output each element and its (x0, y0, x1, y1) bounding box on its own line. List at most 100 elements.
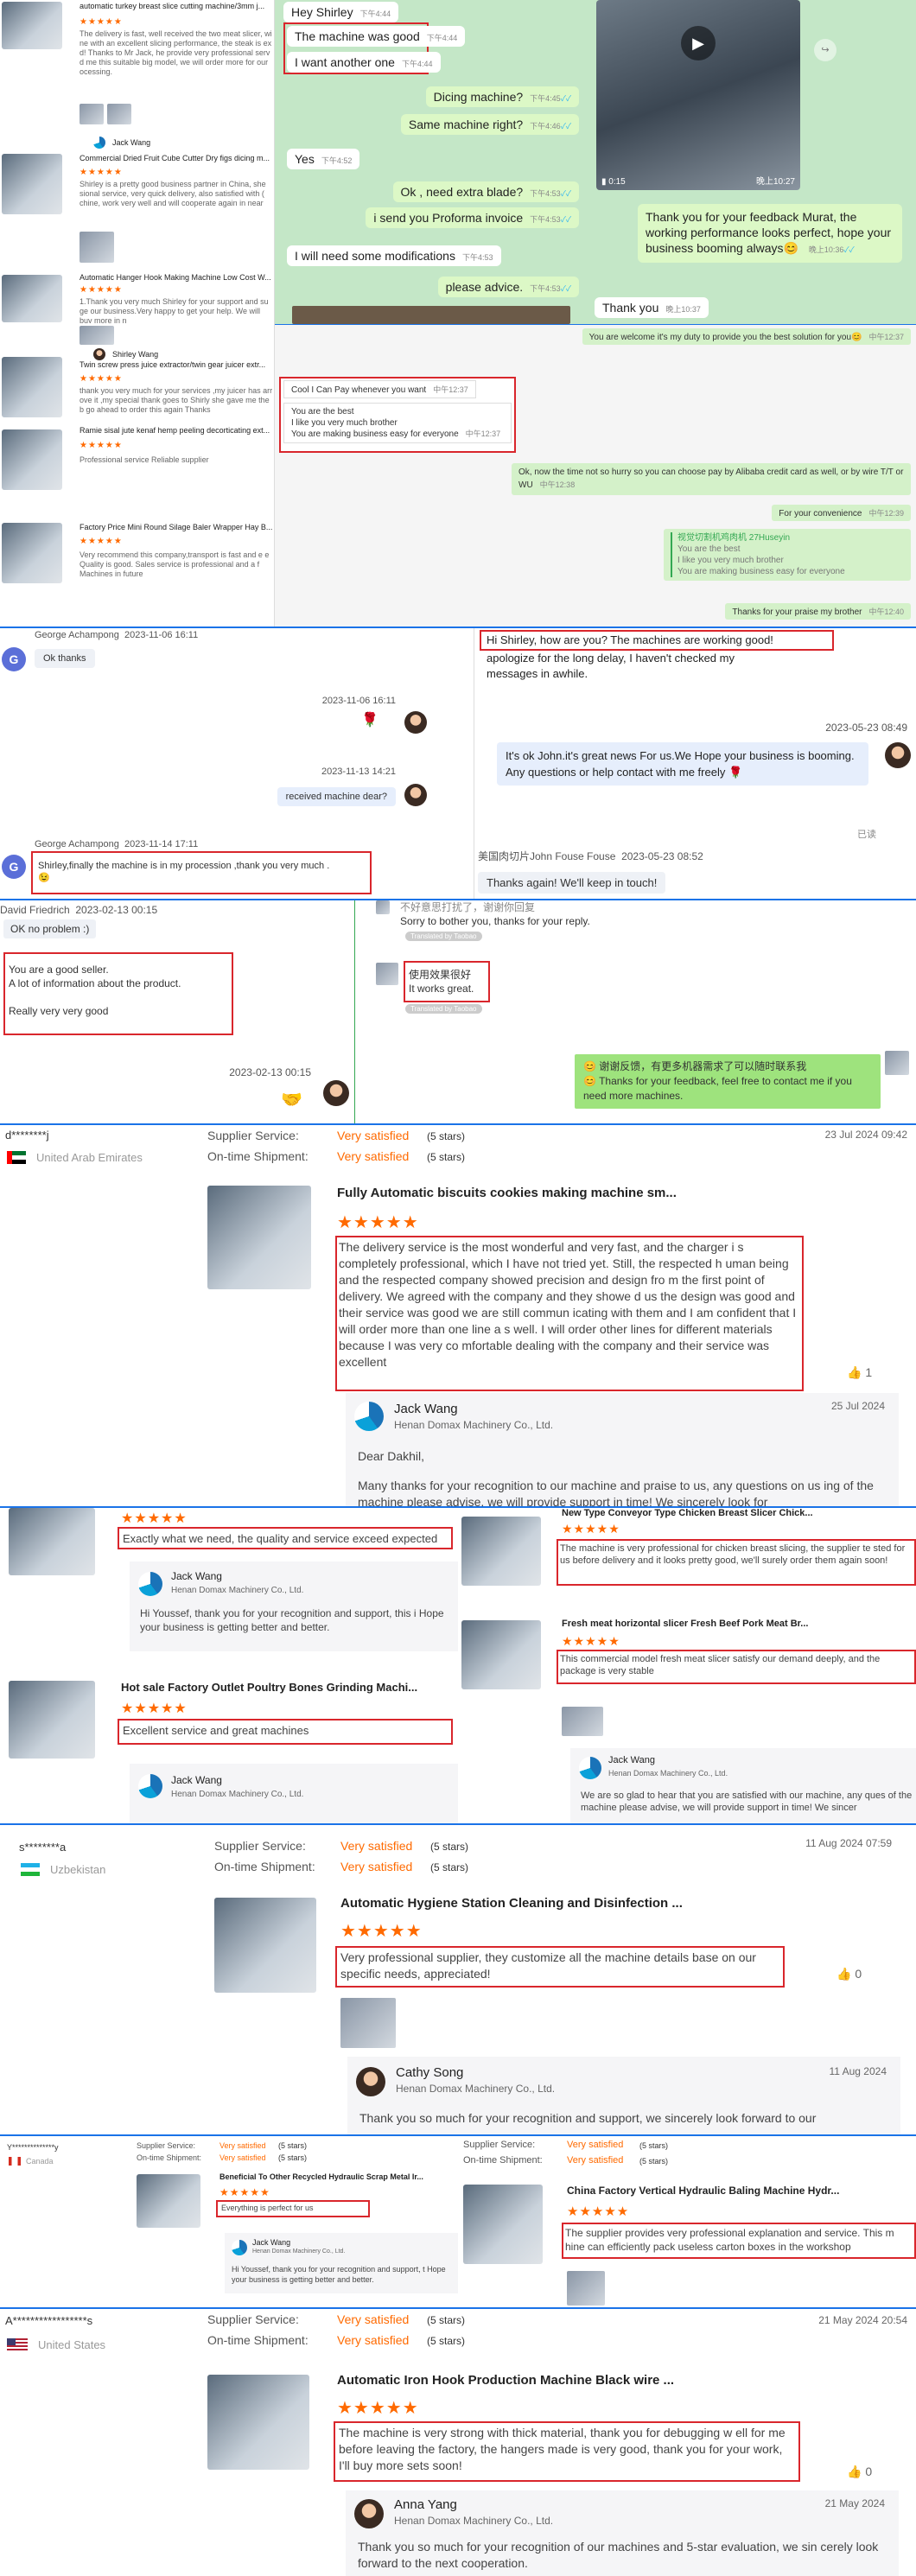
reply-text: We are so glad to hear that you are sati… (581, 1790, 913, 1813)
supplier-service-stars: (5 stars) (430, 1841, 469, 1853)
supplier-service-label: Supplier Service: (137, 2141, 196, 2150)
alibaba-chat-left: G George Achampong 2023-11-06 16:11 Ok t… (0, 628, 474, 899)
product-title[interactable]: Fully Automatic biscuits cookies making … (337, 1186, 677, 1200)
chat-message: apologize for the long delay, I haven't … (487, 652, 735, 680)
chat-message: Hi Shirley, how are you? The machines ar… (487, 633, 773, 646)
product-image[interactable] (461, 1620, 541, 1689)
shipment-value: Very satisfied (337, 2333, 410, 2347)
product-title[interactable]: Factory Price Mini Round Silage Baler Wr… (80, 523, 274, 531)
shipment-stars: (5 stars) (427, 2335, 466, 2347)
sender-name: George Achampong 2023-11-06 16:11 (35, 630, 199, 640)
message-text: I want another one (295, 55, 395, 69)
supplier-reply: Jack Wang Henan Domax Machinery Co., Ltd… (346, 1393, 899, 1507)
product-image[interactable] (9, 1508, 95, 1575)
product-title[interactable]: New Type Conveyor Type Chicken Breast Sl… (562, 1508, 813, 1518)
chat-message: For your convenience 中午12:39 (772, 505, 911, 521)
message-time: 下午4:44 (401, 60, 433, 68)
thumbs-up-icon: 👍 (836, 1967, 852, 1981)
product-title[interactable]: Ramie sisal jute kenaf hemp peeling deco… (80, 426, 274, 435)
product-thumbnail (2, 357, 62, 417)
reply-date: 21 May 2024 (824, 2497, 885, 2509)
product-title[interactable]: Twin screw press juice extractor/twin ge… (80, 360, 274, 369)
product-image[interactable] (214, 1898, 316, 1993)
shipment-value: Very satisfied (337, 1149, 410, 1163)
chat-message: Hey Shirley 下午4:44 (283, 2, 399, 22)
reply-name: Jack Wang (608, 1755, 656, 1765)
reply-name: Anna Yang (394, 2497, 457, 2512)
supplier-service-stars: (5 stars) (427, 2314, 466, 2326)
like-button[interactable]: 👍 0 (847, 2465, 872, 2479)
product-image[interactable] (137, 2174, 200, 2228)
rating-stars: ★★★★★ (337, 2399, 419, 2418)
chat-message: Ok, now the time not so hurry so you can… (512, 463, 911, 495)
product-title[interactable]: Automatic Hygiene Station Cleaning and D… (340, 1896, 683, 1911)
reply-text: Hi Youssef, thank you for your recogniti… (232, 2265, 446, 2284)
review-photo (340, 1998, 396, 2048)
product-image[interactable] (9, 1681, 95, 1759)
product-image[interactable] (207, 1186, 311, 1289)
rating-stars: ★★★★★ (337, 1213, 419, 1232)
product-title[interactable]: automatic turkey breast slice cutting ma… (80, 2, 274, 10)
reply-company: Henan Domax Machinery Co., Ltd. (608, 1769, 728, 1778)
like-button[interactable]: 👍 0 (836, 1967, 862, 1981)
chat-message: It's ok John.it's great news For us.We H… (497, 742, 868, 786)
rose-icon: 🌹 (361, 713, 378, 728)
shipment-label: On-time Shipment: (214, 1860, 315, 1873)
chat-message: Thank you 晚上10:37 (595, 297, 709, 318)
product-title[interactable]: Automatic Hanger Hook Making Machine Low… (80, 273, 274, 282)
product-title[interactable]: Hot sale Factory Outlet Poultry Bones Gr… (121, 1681, 417, 1694)
product-title[interactable]: Beneficial To Other Recycled Hydraulic S… (219, 2172, 423, 2181)
video-message[interactable]: ▶ ▮ 0:15 晚上10:27 (596, 0, 800, 190)
supplier-logo (93, 137, 105, 149)
message-text: i send you Proforma invoice (373, 211, 524, 225)
section-1-reviews-list: automatic turkey breast slice cutting ma… (0, 0, 275, 324)
product-title[interactable]: China Factory Vertical Hydraulic Baling … (567, 2185, 839, 2197)
chat-message: please advice. 下午4:53✓✓ (437, 277, 579, 297)
emoji-sticker: 🤝 (281, 1091, 302, 1110)
read-check-icon: ✓✓ (560, 215, 571, 224)
play-button-icon[interactable]: ▶ (681, 26, 716, 60)
chat-message: Shirley,finally the machine is in my pro… (38, 861, 330, 883)
shipment-label: On-time Shipment: (463, 2155, 543, 2166)
rating-stars: ★★★★★ (80, 17, 123, 27)
message-time: 下午4:53 (530, 189, 561, 198)
supplier-service-stars: (5 stars) (639, 2141, 669, 2150)
message-text: I will need some modifications (295, 249, 455, 263)
alibaba-chat-right: Hi Shirley, how are you? The machines ar… (474, 628, 916, 899)
read-check-icon: ✓✓ (560, 284, 571, 293)
flag-icon (7, 1151, 26, 1164)
read-check-icon: ✓✓ (560, 94, 571, 103)
reply-company: Henan Domax Machinery Co., Ltd. (394, 2515, 554, 2527)
review-text: Professional service Reliable supplier (80, 455, 209, 464)
product-title[interactable]: Fresh meat horizontal slicer Fresh Beef … (562, 1619, 808, 1629)
product-title[interactable]: Automatic Iron Hook Production Machine B… (337, 2373, 674, 2388)
review-date: 23 Jul 2024 09:42 (824, 1129, 907, 1141)
supplier-reply: Jack Wang Henan Domax Machinery Co., Ltd… (225, 2233, 458, 2293)
forward-icon[interactable]: ↪ (814, 39, 836, 61)
sender-name: George Achampong 2023-11-14 17:11 (35, 839, 199, 849)
avatar: G (2, 855, 26, 879)
product-thumbnail (2, 523, 62, 583)
chat-message: Ok thanks (35, 649, 95, 668)
product-title[interactable]: Commercial Dried Fruit Cube Cutter Dry f… (80, 154, 274, 162)
avatar: G (2, 647, 26, 671)
chat-right: 不好意思打扰了，谢谢你回复 Sorry to bother you, thanks… (354, 900, 916, 1123)
supplier-logo (138, 1572, 162, 1596)
shipment-label: On-time Shipment: (207, 2333, 309, 2347)
reply-text: Thank you so much for your recognition a… (359, 2111, 817, 2125)
shipment-stars: (5 stars) (430, 1861, 469, 1873)
rating-stars: ★★★★★ (80, 285, 123, 295)
shipment-stars: (5 stars) (427, 1151, 466, 1163)
product-image[interactable] (461, 1517, 541, 1586)
review-text: The delivery is fast, well received the … (80, 29, 272, 76)
avatar (376, 900, 390, 914)
product-image[interactable] (463, 2185, 543, 2264)
avatar (356, 2067, 385, 2096)
review-grid-left: ★★★★★ Exactly what we need, the quality … (0, 1508, 458, 1823)
shipment-value: Very satisfied (219, 2153, 266, 2162)
read-check-icon: ✓✓ (560, 122, 571, 130)
supplier-logo (354, 1402, 384, 1431)
reply-date: 25 Jul 2024 (830, 1400, 885, 1412)
product-image[interactable] (207, 2375, 309, 2470)
like-button[interactable]: 👍 1 (847, 1365, 872, 1380)
